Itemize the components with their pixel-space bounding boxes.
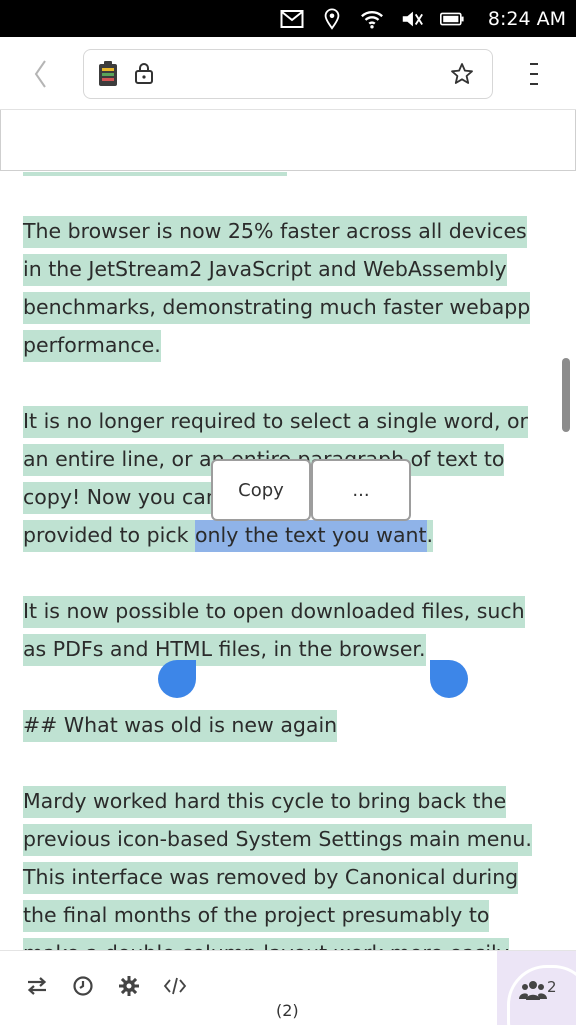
paragraph-downloads[interactable]: It is now possible to open downloaded fi… <box>23 592 535 668</box>
paragraph-text: Mardy worked hard this cycle to bring ba… <box>23 786 532 950</box>
chevron-left-icon[interactable] <box>28 57 54 91</box>
history-clock-icon[interactable] <box>70 973 96 999</box>
kebab-menu-icon[interactable] <box>524 61 544 87</box>
swap-arrows-icon[interactable] <box>24 973 50 999</box>
paragraph-line: It is no longer required to select a sin… <box>23 406 528 438</box>
app-icon <box>96 61 120 87</box>
paragraph-performance[interactable]: The browser is now 25% faster across all… <box>23 212 535 364</box>
wifi-icon <box>358 7 386 31</box>
more-options-button[interactable]: ... <box>311 459 411 521</box>
status-icons: 8:24 AM <box>266 0 576 37</box>
location-icon <box>318 7 346 31</box>
volume-muted-icon <box>398 7 426 31</box>
users-panel-button[interactable]: 2 <box>497 951 576 1025</box>
paragraph-text: The browser is now 25% faster across all… <box>23 216 531 362</box>
copy-button[interactable]: Copy <box>211 459 311 521</box>
battery-icon <box>438 7 466 31</box>
address-bar[interactable] <box>83 49 493 99</box>
lock-icon <box>134 62 154 84</box>
paragraph-text: It is now possible to open downloaded fi… <box>23 596 525 666</box>
section-heading[interactable]: ## What was old is new again <box>23 706 535 744</box>
web-content[interactable]: The browser is now 25% faster across all… <box>0 110 576 950</box>
code-brackets-icon[interactable] <box>162 973 188 999</box>
settings-gear-icon[interactable] <box>116 973 142 999</box>
paragraph-line: provided to pick <box>23 520 195 552</box>
highlight-remnant <box>23 172 287 176</box>
selection-end-handle[interactable] <box>430 660 468 698</box>
tab-count[interactable]: (2) <box>276 1001 299 1020</box>
users-icon <box>519 979 547 1001</box>
selected-text[interactable]: only the text you want <box>194 520 427 552</box>
mail-icon <box>278 7 306 31</box>
star-icon[interactable] <box>450 62 474 86</box>
clock-time: 8:24 AM <box>487 7 566 30</box>
browser-header <box>0 37 576 111</box>
status-bar: 8:24 AM <box>0 0 576 37</box>
selection-context-menu: Copy ... <box>211 459 411 521</box>
paragraph-settings[interactable]: Mardy worked hard this cycle to bring ba… <box>23 782 535 950</box>
heading-text: ## What was old is new again <box>23 710 338 742</box>
embedded-frame <box>0 110 576 171</box>
selection-start-handle[interactable] <box>158 660 196 698</box>
users-count: 2 <box>547 978 557 996</box>
paragraph-line-end: . <box>426 520 434 552</box>
scrollbar-thumb[interactable] <box>562 358 570 432</box>
bottom-toolbar: (2) 2 <box>0 950 576 1025</box>
